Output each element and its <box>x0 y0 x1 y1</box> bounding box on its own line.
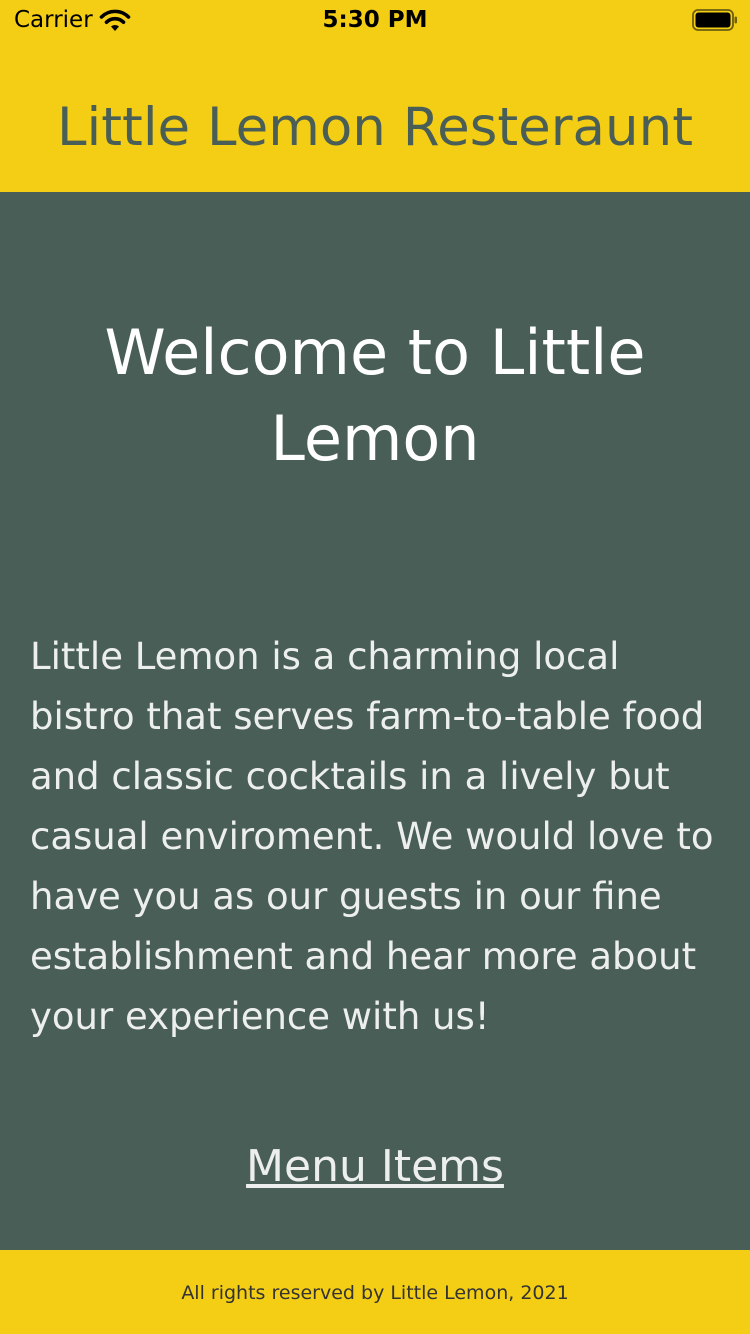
menu-items-link[interactable]: Menu Items <box>0 1140 750 1194</box>
app-footer: All rights reserved by Little Lemon, 202… <box>0 1250 750 1334</box>
status-bar: Carrier 5:30 PM <box>0 0 750 40</box>
main-content: Welcome to Little Lemon Little Lemon is … <box>0 192 750 1250</box>
footer-text: All rights reserved by Little Lemon, 202… <box>181 1282 569 1304</box>
app-header: Little Lemon Resteraunt <box>0 40 750 192</box>
battery-full-icon <box>692 9 737 31</box>
welcome-heading: Welcome to Little Lemon <box>104 316 646 475</box>
header-title: Little Lemon Resteraunt <box>57 97 693 158</box>
description-text: Little Lemon is a charming local bistro … <box>30 635 714 1038</box>
status-time: 5:30 PM <box>322 7 428 33</box>
